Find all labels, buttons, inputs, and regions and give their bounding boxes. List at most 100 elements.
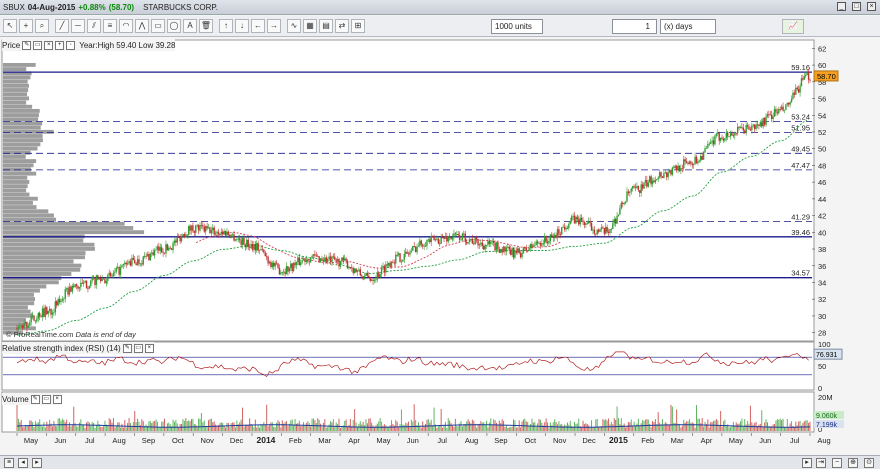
window-icon[interactable]: ▭ xyxy=(41,394,51,404)
arrow-down-icon[interactable]: ↓ xyxy=(235,19,249,33)
table-icon[interactable]: ▤ xyxy=(319,19,333,33)
close-panel-icon[interactable]: × xyxy=(144,343,154,353)
volume-bar xyxy=(433,407,435,431)
scale-icon[interactable]: ⊞ xyxy=(351,19,365,33)
wrench-icon[interactable]: ✎ xyxy=(122,343,132,353)
ellipse-icon[interactable]: ◯ xyxy=(167,19,181,33)
candle-body xyxy=(450,237,452,240)
zoom-icon[interactable]: ⌕ xyxy=(35,19,49,33)
volume-bar xyxy=(484,424,486,431)
volume-bar xyxy=(748,423,750,431)
candle-body xyxy=(458,235,461,240)
volume-bar xyxy=(100,426,102,431)
volume-bar xyxy=(359,421,361,431)
candle-body xyxy=(556,229,559,238)
close-icon[interactable]: × xyxy=(867,2,876,11)
indicator-icon[interactable]: ∿ xyxy=(287,19,301,33)
volume-bar xyxy=(592,427,594,431)
candle-body xyxy=(107,275,109,281)
candle-body xyxy=(219,234,221,236)
left-arrow-icon[interactable]: ← xyxy=(251,19,265,33)
fan-icon[interactable]: ⋀ xyxy=(135,19,149,33)
compare-icon[interactable]: ⇄ xyxy=(335,19,349,33)
scroll-right-icon[interactable]: ▸ xyxy=(32,458,42,468)
window-icon[interactable]: ▭ xyxy=(133,343,143,353)
window-icon[interactable]: ▭ xyxy=(33,40,43,50)
minimize-icon[interactable]: _ xyxy=(837,2,846,11)
candle-body xyxy=(282,271,285,273)
volume-bar xyxy=(300,426,302,431)
candle-body xyxy=(82,282,85,284)
crosshair-icon[interactable]: + xyxy=(19,19,33,33)
rsi-panel-header: Relative strength index (RSI) (14) ✎ ▭ × xyxy=(2,342,154,354)
scroll-left-icon[interactable]: ◂ xyxy=(18,458,28,468)
fibonacci-icon[interactable]: ≡ xyxy=(103,19,117,33)
price-chart[interactable]: 59.1653.2451.9549.4547.4741.2939.4634.57… xyxy=(0,37,880,457)
candle-body xyxy=(634,187,637,189)
y-tick-label: 48 xyxy=(818,161,826,170)
fit-icon[interactable]: ⇥ xyxy=(816,458,826,468)
candle-body xyxy=(334,256,336,260)
period-unit-select[interactable]: (x) days xyxy=(660,19,716,34)
symbol-label[interactable]: SBUX xyxy=(3,3,25,12)
rectangle-icon[interactable]: ▭ xyxy=(151,19,165,33)
volume-bar xyxy=(481,422,483,431)
delete-icon[interactable]: 🗑 xyxy=(199,19,213,33)
volume-bar xyxy=(602,419,604,431)
candle-body xyxy=(229,234,231,238)
candle-body xyxy=(217,231,220,235)
rsi-tick-label: 50 xyxy=(818,362,826,371)
volume-profile-bar xyxy=(3,272,72,276)
channel-icon[interactable]: ⫽ xyxy=(87,19,101,33)
candle-body xyxy=(397,253,400,256)
volume-bar xyxy=(164,418,166,431)
close-panel-icon[interactable]: × xyxy=(44,40,54,50)
wrench-icon[interactable]: ✎ xyxy=(22,40,32,50)
candle-body xyxy=(528,248,530,251)
volume-bar xyxy=(798,421,800,431)
list-icon[interactable]: ≡ xyxy=(4,458,14,468)
add-icon[interactable]: + xyxy=(55,40,65,50)
zoom-in-icon[interactable]: ⊕ xyxy=(848,458,858,468)
right-arrow-icon[interactable]: → xyxy=(267,19,281,33)
step-icon[interactable]: ▸ xyxy=(802,458,812,468)
candle-body xyxy=(759,122,762,126)
volume-bar xyxy=(800,425,802,431)
candle-body xyxy=(95,275,98,285)
wrench-icon[interactable]: ✎ xyxy=(30,394,40,404)
volume-bar xyxy=(788,427,790,431)
candle-body xyxy=(204,226,207,232)
horizontal-line-icon[interactable]: ─ xyxy=(71,19,85,33)
candle-body xyxy=(521,253,523,258)
chart-type-icon[interactable]: 📈 xyxy=(782,19,804,34)
candle-body xyxy=(500,249,502,253)
cursor-icon[interactable]: ↖ xyxy=(3,19,17,33)
year-range-label: Year:High 59.40 Low 39.28 xyxy=(79,40,176,50)
units-field[interactable]: 1000 units xyxy=(491,19,543,34)
line-tool-icon[interactable]: ╱ xyxy=(55,19,69,33)
candle-body xyxy=(775,109,777,113)
volume-bar xyxy=(791,421,793,431)
volume-bar xyxy=(415,420,417,431)
maximize-icon[interactable]: □ xyxy=(852,2,861,11)
candle-body xyxy=(216,231,218,233)
text-tool-icon[interactable]: A xyxy=(183,19,197,33)
candle-body xyxy=(243,237,245,245)
volume-bar xyxy=(591,420,593,431)
candle-body xyxy=(772,116,774,120)
volume-bar xyxy=(486,420,488,431)
close-panel-icon[interactable]: × xyxy=(52,394,62,404)
zoom-out-icon[interactable]: − xyxy=(832,458,842,468)
volume-bar xyxy=(671,406,673,431)
candle-body xyxy=(738,126,740,128)
reset-zoom-icon[interactable]: ⊙ xyxy=(864,458,874,468)
volume-bar xyxy=(206,426,208,431)
arrow-up-icon[interactable]: ↑ xyxy=(219,19,233,33)
settings-icon[interactable]: ◦ xyxy=(66,40,76,50)
grid-icon[interactable]: ▦ xyxy=(303,19,317,33)
period-field[interactable]: 1 xyxy=(612,19,657,34)
volume-bar xyxy=(687,421,689,431)
arc-icon[interactable]: ◠ xyxy=(119,19,133,33)
volume-bar xyxy=(95,425,97,431)
candle-body xyxy=(568,223,570,229)
